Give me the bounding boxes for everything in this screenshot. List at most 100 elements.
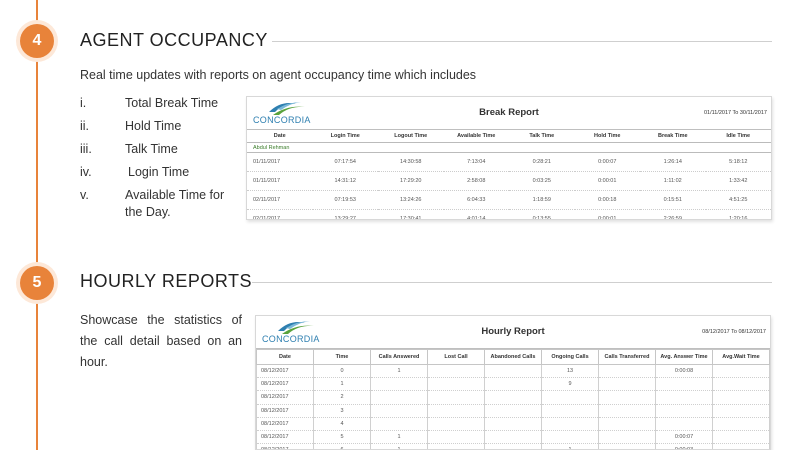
table-cell — [484, 377, 542, 392]
table-cell — [370, 404, 428, 418]
table-cell: 4:51:25 — [705, 190, 771, 210]
table-cell: 14:31:12 — [312, 171, 378, 191]
list-numeral: iii. — [80, 142, 92, 156]
hourly-report-card: CONCORDIA Hourly Report 08/12/2017 To 08… — [255, 315, 771, 450]
table-cell — [484, 390, 542, 405]
agent-name: Abdul Rehman — [247, 142, 771, 153]
table-cell: 13 — [541, 364, 599, 379]
table-cell: 4 — [313, 417, 371, 431]
table-cell: 08/12/2017 — [256, 377, 314, 392]
table-cell: 4:01:14 — [443, 209, 509, 219]
column-header: Avg.Wait Time — [712, 349, 770, 365]
table-cell: 1:20:16 — [705, 209, 771, 219]
table-row: 08/12/2017 4 — [256, 417, 770, 431]
report-header: CONCORDIA Hourly Report 08/12/2017 To 08… — [256, 316, 770, 349]
table-cell: 02/11/2017 — [247, 209, 313, 219]
table-row: 08/12/2017 5 1 0:00:07 — [256, 430, 770, 445]
list-text: Hold Time — [125, 119, 182, 133]
table-cell: 1:11:02 — [640, 171, 706, 191]
table-cell — [370, 390, 428, 405]
table-cell — [541, 417, 599, 431]
table-row: 02/11/2017 07:19:53 13:24:26 6:04:33 1:18:59… — [247, 190, 771, 210]
table-cell — [712, 377, 770, 392]
table-cell — [655, 390, 713, 405]
column-header: Hold Time — [574, 130, 640, 143]
table-cell — [712, 390, 770, 405]
table-cell: 08/12/2017 — [256, 364, 314, 379]
table-cell: 5:18:12 — [705, 152, 771, 172]
table-cell: 1 — [313, 377, 371, 392]
column-header: Talk Time — [509, 130, 575, 143]
table-row: 08/12/2017 0 1 13 0:00:08 — [256, 364, 770, 379]
section-intro: Real time updates with reports on agent … — [80, 68, 477, 82]
table-cell: 0:00:01 — [574, 209, 640, 219]
table-cell: 5 — [313, 430, 371, 445]
table-cell — [484, 430, 542, 445]
list-item: v. Available Time for the Day. — [80, 188, 240, 222]
table-row: 01/11/2017 07:17:54 14:30:58 7:13:04 0:28:21… — [247, 152, 771, 172]
table-cell — [370, 417, 428, 431]
table-cell: 1:33:42 — [705, 171, 771, 191]
column-header: Abandoned Calls — [484, 349, 542, 365]
table-cell — [427, 404, 485, 418]
table-cell: 01/11/2017 — [247, 152, 313, 172]
table-cell: 08/12/2017 — [256, 404, 314, 418]
column-header: Break Time — [640, 130, 706, 143]
table-row: 08/12/2017 1 9 — [256, 377, 770, 392]
list-numeral: iv. — [80, 165, 92, 179]
occupancy-list: i. Total Break Time ii. Hold Time iii. T… — [80, 96, 240, 222]
table-cell — [598, 377, 656, 392]
table-cell: 1 — [370, 443, 428, 449]
table-cell: 2:58:08 — [443, 171, 509, 191]
table-cell — [427, 443, 485, 449]
table-cell — [427, 417, 485, 431]
table-cell — [598, 404, 656, 418]
break-report-card: CONCORDIA Break Report 01/11/2017 To 30/… — [246, 96, 772, 220]
column-header: Date — [256, 349, 314, 365]
table-cell: 0:00:07 — [655, 430, 713, 445]
table-cell — [541, 390, 599, 405]
column-header: Lost Call — [427, 349, 485, 365]
column-header: Calls Answered — [370, 349, 428, 365]
section-title: HOURLY REPORTS — [80, 271, 253, 291]
column-header: Idle Time — [705, 130, 771, 143]
table-cell: 08/12/2017 — [256, 417, 314, 431]
table-cell — [712, 364, 770, 379]
column-header: Ongoing Calls — [541, 349, 599, 365]
table-cell: 1 — [541, 443, 599, 449]
table-cell — [598, 443, 656, 449]
table-cell — [427, 377, 485, 392]
table-cell — [427, 430, 485, 445]
table-row: 02/11/2017 13:29:27 17:30:41 4:01:14 0:13:55… — [247, 209, 771, 219]
section-description: Showcase the statistics of the call deta… — [80, 313, 242, 369]
table-cell: 3 — [313, 404, 371, 418]
table-cell: 07:19:53 — [312, 190, 378, 210]
table-cell: 0:00:08 — [655, 364, 713, 379]
section-title: AGENT OCCUPANCY — [80, 30, 268, 50]
list-text: Talk Time — [125, 142, 178, 156]
table-cell — [484, 443, 542, 449]
table-cell: 0:28:21 — [509, 152, 575, 172]
agent-row: Abdul Rehman — [247, 142, 771, 153]
table-cell — [598, 417, 656, 431]
table-cell: 0:15:51 — [640, 190, 706, 210]
list-numeral: ii. — [80, 119, 90, 133]
column-header: Date — [247, 130, 313, 143]
table-cell: 0:00:01 — [574, 171, 640, 191]
report-title: Break Report — [479, 107, 539, 118]
table-cell: 0:00:07 — [574, 152, 640, 172]
title-divider — [252, 282, 772, 283]
table-cell: 1:18:59 — [509, 190, 575, 210]
timeline-line — [36, 0, 38, 450]
column-header: Time — [313, 349, 371, 365]
step-number-badge: 5 — [20, 266, 54, 300]
table-cell — [712, 430, 770, 445]
list-item: i. Total Break Time — [80, 96, 240, 119]
column-header: Avg. Answer Time — [655, 349, 713, 365]
table-cell: 14:30:58 — [378, 152, 444, 172]
table-cell: 0:00:18 — [574, 190, 640, 210]
report-header: CONCORDIA Break Report 01/11/2017 To 30/… — [247, 97, 771, 130]
list-item: iv. Login Time — [80, 165, 240, 188]
table-cell: 07:17:54 — [312, 152, 378, 172]
table-cell: 08/12/2017 — [256, 390, 314, 405]
